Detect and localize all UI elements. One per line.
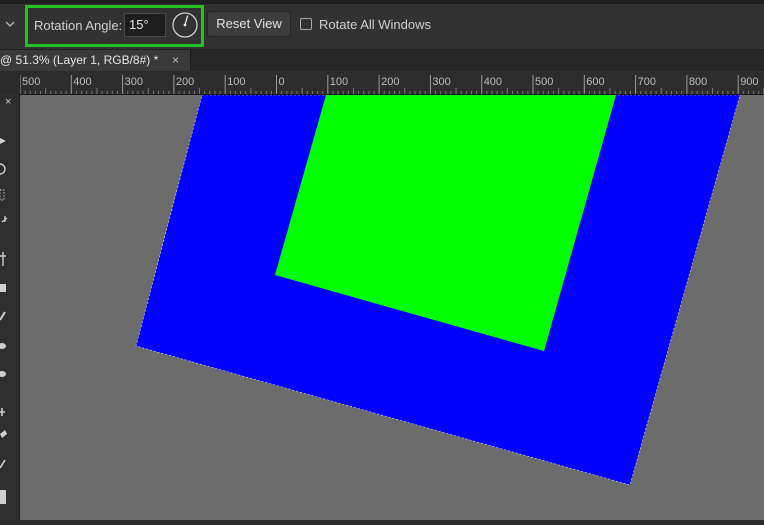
ruler-label: 500 (22, 76, 40, 88)
ruler-label: 200 (176, 76, 194, 88)
ruler-label: 0 (279, 76, 285, 88)
ruler-label: 100 (330, 76, 348, 88)
ruler-label: 300 (125, 76, 143, 88)
rotation-angle-input[interactable]: 15° (124, 13, 166, 37)
chevron-down-icon[interactable] (3, 17, 17, 31)
frame-tool-icon[interactable] (0, 284, 6, 292)
object-select-icon[interactable] (0, 189, 5, 201)
options-bar: Rotation Angle: 15° Reset View Rotate Al… (0, 0, 764, 50)
canvas-area[interactable] (20, 95, 764, 520)
rotated-document[interactable] (20, 95, 764, 520)
reset-view-button[interactable]: Reset View (207, 11, 291, 37)
clone-stamp-icon[interactable] (0, 408, 5, 416)
healing-brush-icon[interactable] (0, 343, 6, 349)
lasso-tool-icon[interactable] (0, 163, 6, 175)
ruler-label: 400 (73, 76, 91, 88)
ruler-label: 800 (689, 76, 707, 88)
magic-wand-icon[interactable] (1, 216, 8, 223)
ruler-label: 300 (432, 76, 450, 88)
rotation-dial-icon[interactable] (171, 11, 199, 39)
ruler-label: 500 (535, 76, 553, 88)
close-icon[interactable]: × (172, 53, 179, 67)
rotation-angle-group: Rotation Angle: 15° (25, 5, 204, 47)
eraser-icon[interactable] (0, 430, 7, 438)
ruler-label: 400 (484, 76, 502, 88)
rectangle-icon[interactable] (0, 490, 6, 504)
document-tab-title: @ 51.3% (Layer 1, RGB/8#) * (0, 53, 159, 67)
pen-icon[interactable] (0, 459, 6, 469)
eyedropper-icon[interactable] (0, 311, 6, 321)
ruler-label: 700 (638, 76, 656, 88)
tool-icons (0, 138, 8, 504)
menu-bar-edge (0, 0, 764, 4)
ruler-ticks: 500 400 300 200 100 0 100 200 300 400 500 600 700 800… (20, 75, 764, 94)
ruler-label: 600 (586, 76, 604, 88)
document-tab[interactable]: @ 51.3% (Layer 1, RGB/8#) * × (0, 50, 191, 71)
horizontal-ruler[interactable]: 500 400 300 200 100 0 100 200 300 400 500 600 700 800… (20, 71, 764, 95)
ruler-label: 900 (740, 76, 758, 88)
rotate-all-windows-label: Rotate All Windows (319, 17, 431, 32)
brush-tool-icon[interactable] (0, 371, 6, 377)
document-tab-bar: @ 51.3% (Layer 1, RGB/8#) * × (0, 50, 764, 71)
ruler-label: 200 (381, 76, 399, 88)
close-icon[interactable]: × (5, 96, 11, 108)
rotation-angle-label: Rotation Angle: (34, 18, 123, 33)
rotate-all-windows-checkbox[interactable] (300, 18, 312, 30)
ruler-corner (0, 71, 20, 95)
crop-tool-icon[interactable] (0, 252, 6, 266)
move-tool-icon[interactable] (0, 138, 6, 144)
ruler-label: 100 (227, 76, 245, 88)
tools-panel: × (0, 94, 20, 520)
